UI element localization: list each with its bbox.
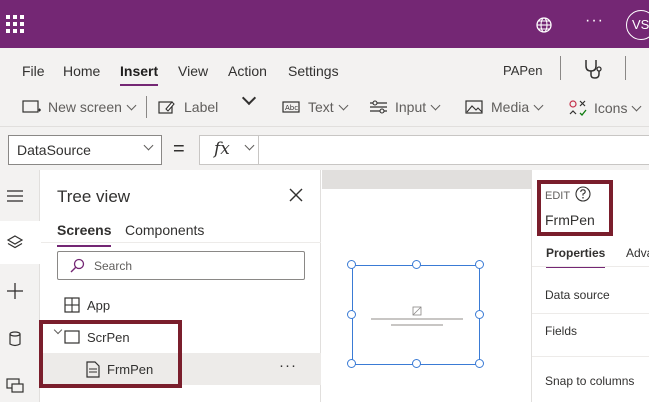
- svg-text:Abc: Abc: [285, 104, 298, 112]
- highlight-box-edit: [537, 180, 613, 236]
- equals-sign: =: [173, 138, 185, 160]
- tab-properties[interactable]: Properties: [546, 246, 606, 268]
- property-value: DataSource: [17, 142, 91, 158]
- icons-icon: [569, 100, 587, 116]
- menu-bar: File Home Insert View Action Settings PA…: [0, 48, 649, 88]
- environment-icon[interactable]: [535, 16, 553, 34]
- resize-handle[interactable]: [412, 260, 421, 269]
- media-library-icon[interactable]: [6, 376, 24, 394]
- top-bar: ··· VS: [0, 0, 649, 48]
- property-data-source[interactable]: Data source: [545, 288, 610, 302]
- label-icon: [158, 101, 175, 114]
- app-launcher-icon[interactable]: [6, 15, 24, 33]
- chevron-down-icon: [143, 140, 154, 151]
- new-screen-label: New screen: [48, 99, 122, 115]
- resize-handle[interactable]: [347, 310, 356, 319]
- tab-screens[interactable]: Screens: [57, 222, 112, 247]
- more-options-icon[interactable]: ···: [585, 12, 604, 30]
- tree-item-app[interactable]: App: [41, 289, 321, 321]
- no-data-icon: [412, 306, 422, 316]
- tabs-divider: [41, 242, 321, 243]
- menu-view[interactable]: View: [178, 63, 208, 79]
- label-button[interactable]: Label: [158, 99, 218, 115]
- formula-bar: DataSource = fx: [0, 126, 649, 170]
- new-screen-button[interactable]: New screen: [22, 99, 137, 115]
- database-icon[interactable]: [6, 330, 24, 348]
- close-icon[interactable]: [289, 188, 303, 202]
- icons-label: Icons: [594, 100, 628, 116]
- text-icon: Abc: [282, 101, 300, 113]
- menu-home[interactable]: Home: [63, 63, 100, 79]
- resize-handle[interactable]: [475, 359, 484, 368]
- hamburger-icon[interactable]: [6, 187, 24, 205]
- resize-handle[interactable]: [475, 310, 484, 319]
- resize-handle[interactable]: [475, 260, 484, 269]
- input-label: Input: [395, 99, 427, 115]
- text-button[interactable]: Abc Text: [282, 99, 349, 115]
- tab-components[interactable]: Components: [125, 222, 204, 238]
- form-hint-text: [371, 318, 463, 320]
- app-checker-icon[interactable]: [583, 58, 603, 80]
- label-label: Label: [184, 99, 219, 115]
- resize-handle[interactable]: [347, 359, 356, 368]
- menu-settings[interactable]: Settings: [288, 63, 339, 79]
- plus-icon[interactable]: [6, 282, 24, 300]
- search-placeholder: Search: [94, 259, 133, 273]
- new-screen-icon: [22, 100, 41, 113]
- chevron-down-icon: [244, 140, 255, 151]
- form-control[interactable]: [347, 260, 484, 368]
- menu-file[interactable]: File: [22, 63, 45, 79]
- form-hint-text: [391, 324, 443, 326]
- property-divider: [532, 356, 649, 357]
- fx-button[interactable]: fx: [199, 135, 259, 165]
- search-input[interactable]: Search: [57, 251, 305, 280]
- tab-advanced[interactable]: Adva: [626, 246, 649, 260]
- more-options-icon[interactable]: ···: [279, 357, 297, 374]
- formula-input[interactable]: [258, 135, 649, 165]
- property-dropdown[interactable]: DataSource: [8, 135, 162, 165]
- resize-handle[interactable]: [347, 260, 356, 269]
- expand-toolbar-button[interactable]: [238, 90, 257, 106]
- app-icon: [64, 297, 80, 313]
- menu-divider: [560, 56, 561, 80]
- media-icon: [465, 100, 483, 114]
- toolbar-divider: [146, 96, 147, 118]
- property-divider: [532, 313, 649, 314]
- highlight-box-tree: [39, 320, 182, 388]
- left-rail: [0, 170, 40, 402]
- screen-canvas[interactable]: [322, 189, 531, 402]
- fx-label: fx: [214, 139, 230, 159]
- design-canvas[interactable]: [322, 170, 531, 402]
- avatar[interactable]: VS: [626, 10, 649, 40]
- tree-view-title: Tree view: [57, 187, 131, 206]
- insert-toolbar: New screen Label Abc Text Input Media Ic…: [0, 88, 649, 126]
- input-button[interactable]: Input: [369, 99, 441, 115]
- tabs-divider: [532, 266, 649, 267]
- text-label: Text: [308, 99, 334, 115]
- media-label: Media: [491, 99, 530, 115]
- tree-item-label: App: [87, 298, 111, 313]
- icons-button[interactable]: Icons: [568, 99, 642, 117]
- media-button[interactable]: Media: [465, 99, 544, 115]
- resize-handle[interactable]: [412, 359, 421, 368]
- menu-action[interactable]: Action: [228, 63, 267, 79]
- layers-icon[interactable]: [6, 234, 24, 252]
- property-fields[interactable]: Fields: [545, 324, 577, 338]
- menu-insert[interactable]: Insert: [120, 63, 159, 86]
- app-name: PAPen: [503, 63, 543, 78]
- input-icon: [370, 100, 387, 114]
- menu-divider-2: [625, 56, 626, 80]
- property-snap-to-columns[interactable]: Snap to columns: [545, 374, 634, 388]
- search-icon: [70, 258, 85, 273]
